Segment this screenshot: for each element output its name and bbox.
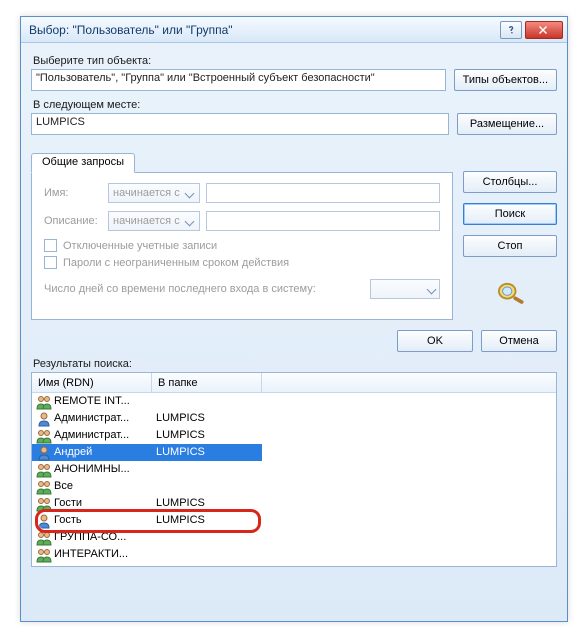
chevron-down-icon bbox=[185, 188, 195, 198]
days-label: Число дней со времени последнего входа в… bbox=[44, 283, 364, 295]
row-name: Администрат... bbox=[54, 427, 129, 444]
row-folder: LUMPICS bbox=[152, 444, 262, 461]
name-label: Имя: bbox=[44, 187, 102, 199]
desc-label: Описание: bbox=[44, 215, 102, 227]
row-name: REMOTE INT... bbox=[54, 393, 130, 410]
row-name: Андрей bbox=[54, 444, 92, 461]
results-label: Результаты поиска: bbox=[33, 358, 557, 370]
checkbox-icon bbox=[44, 239, 57, 252]
row-folder bbox=[152, 529, 262, 546]
table-row[interactable]: Администрат... LUMPICS bbox=[32, 427, 556, 444]
tab-common-queries[interactable]: Общие запросы bbox=[31, 153, 135, 173]
objtypes-button[interactable]: Типы объектов... bbox=[454, 69, 557, 91]
disabled-accounts-checkbox[interactable]: Отключенные учетные записи bbox=[44, 239, 440, 252]
row-name: ИНТЕРАКТИ... bbox=[54, 546, 128, 563]
chevron-down-icon bbox=[185, 216, 195, 226]
help-icon bbox=[506, 25, 516, 35]
table-row[interactable]: Администрат... LUMPICS bbox=[32, 410, 556, 427]
loc-label: В следующем месте: bbox=[33, 99, 557, 111]
user-icon bbox=[36, 411, 52, 427]
name-op-select[interactable]: начинается с bbox=[108, 183, 200, 203]
objtype-label: Выберите тип объекта: bbox=[33, 55, 557, 67]
dialog-window: Выбор: "Пользователь" или "Группа" Выбер… bbox=[20, 16, 568, 622]
row-folder bbox=[152, 461, 262, 478]
table-row[interactable]: Гость LUMPICS bbox=[32, 512, 556, 529]
table-row[interactable]: REMOTE INT... bbox=[32, 393, 556, 410]
nonexp-pw-checkbox[interactable]: Пароли с неограниченным сроком действия bbox=[44, 256, 440, 269]
titlebar[interactable]: Выбор: "Пользователь" или "Группа" bbox=[21, 17, 567, 43]
row-folder: LUMPICS bbox=[152, 512, 262, 529]
stop-button[interactable]: Стоп bbox=[463, 235, 557, 257]
row-folder bbox=[152, 393, 262, 410]
row-name: Все bbox=[54, 478, 73, 495]
table-row[interactable]: АНОНИМНЫ... bbox=[32, 461, 556, 478]
queries-tabs: Общие запросы Имя: начинается с Описание… bbox=[31, 153, 453, 320]
table-row[interactable]: Все bbox=[32, 478, 556, 495]
ok-button[interactable]: OK bbox=[397, 330, 473, 352]
row-folder: LUMPICS bbox=[152, 495, 262, 512]
table-row[interactable]: ИНТЕРАКТИ... bbox=[32, 546, 556, 563]
col-folder[interactable]: В папке bbox=[152, 373, 262, 392]
col-name[interactable]: Имя (RDN) bbox=[32, 373, 152, 392]
table-row[interactable]: Андрей LUMPICS bbox=[32, 444, 556, 461]
row-name: ГРУППА-СО... bbox=[54, 529, 126, 546]
days-select[interactable] bbox=[370, 279, 440, 299]
find-button[interactable]: Поиск bbox=[463, 203, 557, 225]
results-header: Имя (RDN) В папке bbox=[32, 373, 556, 393]
tab-panel: Имя: начинается с Описание: начинается с… bbox=[31, 172, 453, 320]
group-icon bbox=[36, 462, 52, 478]
checkbox-icon bbox=[44, 256, 57, 269]
row-name: Администрат... bbox=[54, 410, 129, 427]
col-empty[interactable] bbox=[262, 373, 556, 392]
table-row[interactable]: ГРУППА-СО... bbox=[32, 529, 556, 546]
group-icon bbox=[36, 547, 52, 563]
row-name: Гости bbox=[54, 495, 82, 512]
close-icon bbox=[538, 25, 550, 35]
table-row[interactable]: Гости LUMPICS bbox=[32, 495, 556, 512]
name-input[interactable] bbox=[206, 183, 440, 203]
window-title: Выбор: "Пользователь" или "Группа" bbox=[29, 23, 497, 37]
user-icon bbox=[36, 445, 52, 461]
chevron-down-icon bbox=[427, 284, 437, 294]
cancel-button[interactable]: Отмена bbox=[481, 330, 557, 352]
row-folder bbox=[152, 478, 262, 495]
search-icon bbox=[491, 281, 529, 305]
user-icon bbox=[36, 513, 52, 529]
close-button[interactable] bbox=[525, 21, 563, 39]
row-name: Гость bbox=[54, 512, 82, 529]
group-icon bbox=[36, 479, 52, 495]
location-button[interactable]: Размещение... bbox=[457, 113, 557, 135]
help-button[interactable] bbox=[500, 21, 522, 39]
row-name: АНОНИМНЫ... bbox=[54, 461, 130, 478]
group-icon bbox=[36, 496, 52, 512]
row-folder: LUMPICS bbox=[152, 427, 262, 444]
desc-op-select[interactable]: начинается с bbox=[108, 211, 200, 231]
group-icon bbox=[36, 428, 52, 444]
desc-input[interactable] bbox=[206, 211, 440, 231]
objtype-field[interactable]: "Пользователь", "Группа" или "Встроенный… bbox=[31, 69, 446, 91]
group-icon bbox=[36, 394, 52, 410]
row-folder: LUMPICS bbox=[152, 410, 262, 427]
group-icon bbox=[36, 530, 52, 546]
row-folder bbox=[152, 546, 262, 563]
location-field[interactable]: LUMPICS bbox=[31, 113, 449, 135]
columns-button[interactable]: Столбцы... bbox=[463, 171, 557, 193]
results-list[interactable]: Имя (RDN) В папке REMOTE INT...Администр… bbox=[31, 372, 557, 567]
